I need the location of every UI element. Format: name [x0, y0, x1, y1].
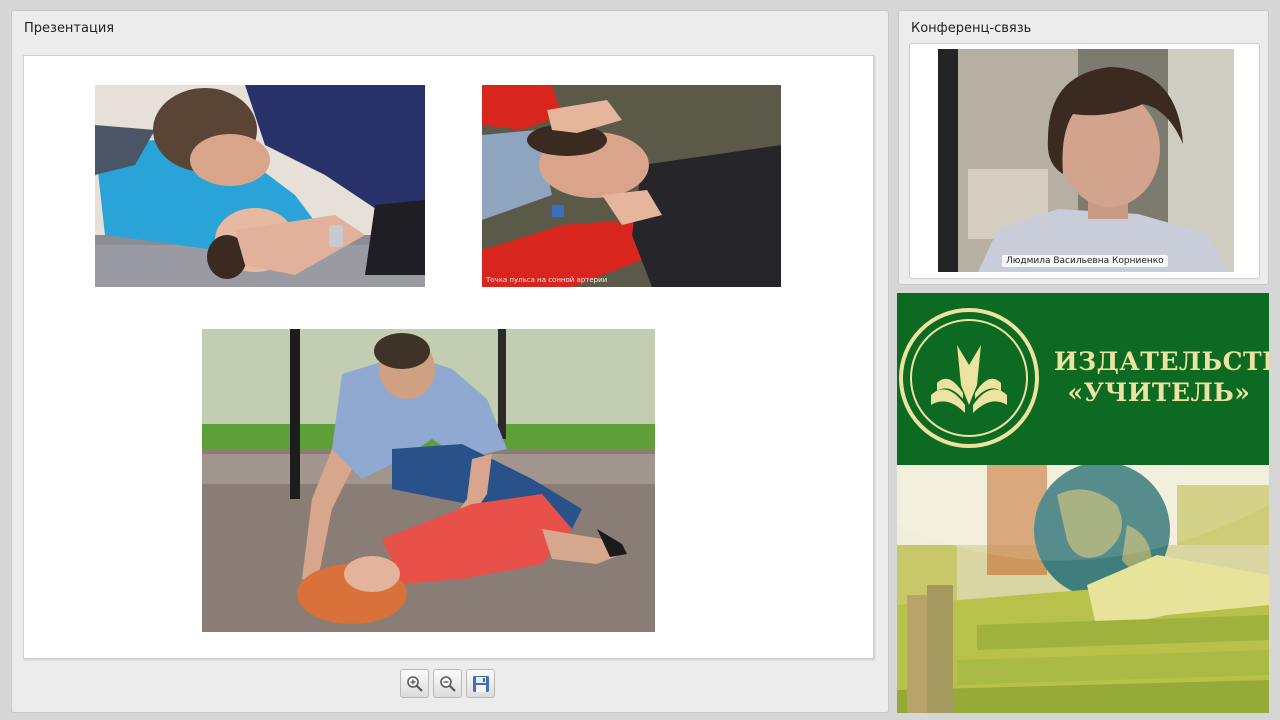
floppy-disk-icon: [472, 675, 489, 692]
publisher-name: ИЗДАТЕЛЬСТВО «УЧИТЕЛЬ»: [1054, 346, 1269, 408]
conference-panel: Конференц-связь Людмила Васильевна Корни…: [898, 10, 1269, 285]
save-button[interactable]: [466, 669, 495, 698]
presentation-slide: Точка пульса на сонной артерии: [23, 55, 874, 659]
presentation-toolbar: [400, 669, 495, 699]
conference-title: Конференц-связь: [911, 21, 1032, 36]
slide-photo-pulse-check: Точка пульса на сонной артерии: [482, 85, 781, 287]
presentation-title: Презентация: [24, 21, 115, 36]
zoom-in-button[interactable]: [400, 669, 429, 698]
publisher-logo-area: ИЗДАТЕЛЬСТВО «УЧИТЕЛЬ»: [897, 293, 1269, 465]
speaker-video[interactable]: Людмила Васильевна Корниенко: [938, 49, 1234, 272]
zoom-out-icon: [439, 675, 456, 692]
zoom-out-button[interactable]: [433, 669, 462, 698]
presentation-panel: Презентация Точка пульса на сонной артер…: [11, 10, 889, 713]
video-frame: Людмила Васильевна Корниенко: [909, 43, 1260, 279]
zoom-in-icon: [406, 675, 423, 692]
publisher-name-line1: ИЗДАТЕЛЬСТВО: [1054, 347, 1269, 376]
publisher-banner: ИЗДАТЕЛЬСТВО «УЧИТЕЛЬ»: [897, 293, 1269, 713]
photo-caption: Точка пульса на сонной артерии: [486, 276, 608, 284]
publisher-emblem-icon: [899, 308, 1039, 448]
publisher-name-line2: «УЧИТЕЛЬ»: [1067, 378, 1251, 407]
slide-photo-first-aid: [202, 329, 655, 632]
publisher-books-globe-picture: [897, 462, 1269, 713]
speaker-name-label: Людмила Васильевна Корниенко: [1002, 255, 1168, 267]
slide-photo-breathing-check: [95, 85, 425, 287]
